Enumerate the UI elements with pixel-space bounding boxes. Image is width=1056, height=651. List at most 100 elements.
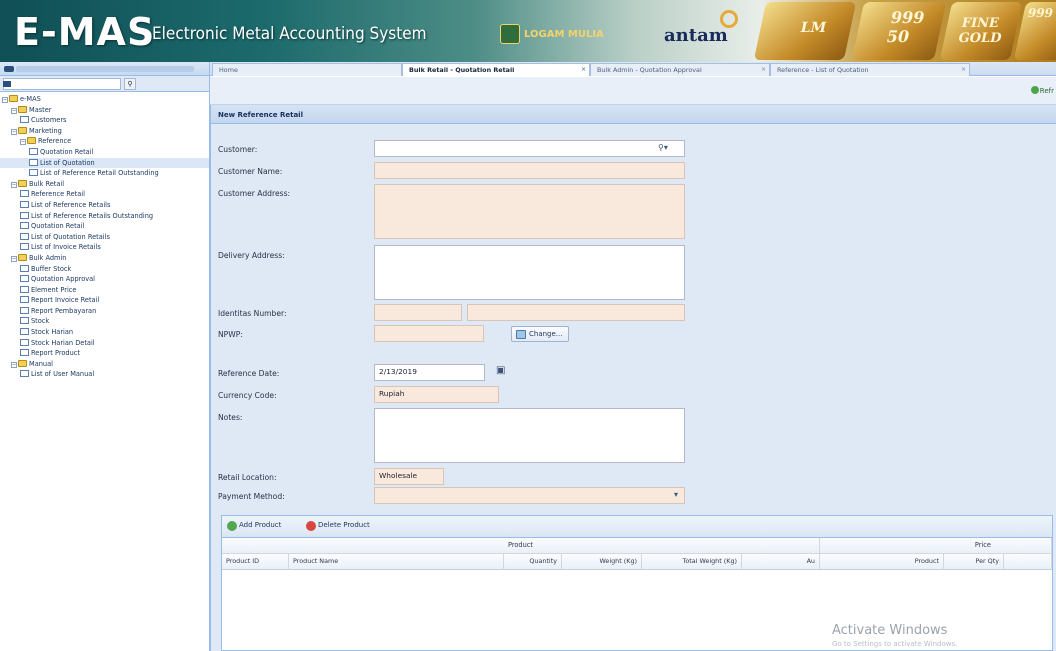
tree-item[interactable]: Quotation Retail	[0, 221, 209, 232]
npwp-field[interactable]	[374, 325, 484, 342]
page-icon	[20, 190, 29, 198]
expand-toggle-icon[interactable]: −	[11, 181, 17, 188]
tree-item[interactable]: Quotation Approval	[0, 274, 209, 285]
form-title: New Reference Retail	[211, 105, 1056, 124]
grid-toolbar: Add Product Delete Product	[222, 516, 1052, 538]
refresh-button[interactable]: Refr	[1030, 86, 1054, 95]
column-header[interactable]: Product ID	[222, 554, 289, 570]
expand-toggle-icon[interactable]: −	[2, 97, 8, 103]
content-toolbar: Refr	[210, 77, 1056, 105]
retail-location-field[interactable]: Wholesale	[374, 468, 444, 485]
folder-icon	[9, 95, 18, 102]
add-product-button[interactable]: Add Product	[227, 521, 282, 531]
tree-item[interactable]: List of Invoice Retails	[0, 242, 209, 253]
tree-item-label: Stock	[31, 317, 50, 326]
tree-item[interactable]: Reference Retail	[0, 189, 209, 200]
column-header[interactable]: Weight (Kg)	[562, 554, 642, 570]
customer-combo[interactable]	[374, 140, 685, 157]
reference-date-field[interactable]: 2/13/2019	[374, 364, 485, 381]
tab-bar: Home Bulk Retail - Quotation Retail × Bu…	[210, 62, 1056, 76]
column-header[interactable]: Product	[820, 554, 944, 570]
retail-location-value: Wholesale	[379, 471, 418, 480]
page-icon	[29, 158, 38, 166]
page-icon	[20, 200, 29, 208]
expand-toggle-icon[interactable]: −	[11, 255, 17, 262]
tree-item[interactable]: List of User Manual	[0, 369, 209, 380]
page-icon	[20, 317, 29, 325]
close-icon[interactable]: ×	[961, 64, 966, 76]
change-button[interactable]: Change...	[511, 326, 569, 342]
navigation-header[interactable]	[0, 62, 209, 76]
column-header[interactable]	[1004, 554, 1052, 570]
tree-item[interactable]: List of Reference Retails	[0, 200, 209, 211]
antam-mark-icon	[720, 10, 738, 28]
tree-item[interactable]: List of Quotation Retails	[0, 232, 209, 243]
tree-item[interactable]: Report Pembayaran	[0, 306, 209, 317]
tree-item[interactable]: − Marketing	[0, 126, 209, 137]
activate-windows-subtext: Go to Settings to activate Windows.	[832, 640, 958, 648]
customer-address-field[interactable]	[374, 184, 685, 239]
tree-item[interactable]: Quotation Retail	[0, 147, 209, 158]
folder-icon	[18, 253, 27, 261]
search-icon[interactable]: ⚲▾	[658, 143, 668, 152]
calendar-icon[interactable]: ▣	[496, 365, 505, 376]
identitas-number-field[interactable]	[467, 304, 685, 321]
payment-method-combo[interactable]	[374, 487, 685, 504]
close-icon[interactable]: ×	[581, 64, 586, 76]
customer-name-field[interactable]	[374, 162, 685, 179]
reference-date-label: Reference Date:	[218, 369, 280, 378]
tree-item-label: Report Invoice Retail	[31, 296, 100, 305]
tree-item[interactable]: Stock Harian Detail	[0, 338, 209, 349]
add-product-label: Add Product	[239, 521, 282, 529]
tree-item[interactable]: List of Quotation	[0, 157, 209, 169]
page-icon	[20, 222, 29, 230]
column-header[interactable]: Product Name	[289, 554, 504, 570]
change-button-label: Change...	[529, 330, 563, 338]
tree-item-label: Reference	[38, 137, 72, 146]
tree-item-label: e-MAS	[20, 95, 41, 103]
tree-item[interactable]: − Manual	[0, 359, 209, 370]
notes-field[interactable]	[374, 408, 685, 463]
delivery-address-field[interactable]	[374, 245, 685, 300]
navigation-search-input[interactable]	[3, 77, 121, 90]
currency-code-field[interactable]: Rupiah	[374, 386, 499, 403]
tree-item[interactable]: Stock	[0, 316, 209, 327]
column-header[interactable]: Au	[742, 554, 820, 570]
page-icon	[20, 296, 29, 304]
tree-item-label: Master	[29, 105, 52, 114]
tab-home[interactable]: Home	[212, 63, 402, 76]
column-header[interactable]: Per Qty	[944, 554, 1004, 570]
tree-item[interactable]: − Bulk Admin	[0, 253, 209, 264]
chevron-down-icon[interactable]: ▾	[674, 490, 678, 499]
navigation-title-bar	[16, 66, 194, 72]
expand-toggle-icon[interactable]: −	[11, 128, 17, 135]
tree-item[interactable]: Element Price	[0, 285, 209, 296]
expand-toggle-icon[interactable]: −	[11, 107, 17, 114]
tree-item[interactable]: Report Product	[0, 348, 209, 359]
close-icon[interactable]: ×	[761, 64, 766, 76]
tree-item[interactable]: − Reference	[0, 136, 209, 147]
tab-quotation-approval[interactable]: Bulk Admin - Quotation Approval ×	[590, 63, 770, 76]
expand-toggle-icon[interactable]: −	[20, 139, 26, 146]
column-header[interactable]: Quantity	[504, 554, 562, 570]
tree-item[interactable]: List of Reference Retails Outstanding	[0, 211, 209, 222]
tree-item-label: List of Invoice Retails	[31, 243, 101, 252]
tree-item[interactable]: − Master	[0, 105, 209, 116]
refresh-icon	[1030, 86, 1039, 94]
tree-item[interactable]: − Bulk Retail	[0, 179, 209, 190]
tree-item[interactable]: − e-MAS	[0, 94, 209, 105]
column-header[interactable]: Total Weight (Kg)	[642, 554, 742, 570]
tree-item[interactable]: Report Invoice Retail	[0, 295, 209, 306]
tab-list-of-quotation[interactable]: Reference - List of Quotation ×	[770, 63, 970, 76]
tab-quotation-retail[interactable]: Bulk Retail - Quotation Retail ×	[402, 63, 590, 76]
page-icon	[29, 169, 38, 177]
tree-item[interactable]: Buffer Stock	[0, 264, 209, 275]
tree-item[interactable]: List of Reference Retail Outstanding	[0, 168, 209, 179]
expand-toggle-icon[interactable]: −	[11, 361, 17, 368]
tree-item[interactable]: Stock Harian	[0, 327, 209, 338]
navigation-title-mark	[4, 66, 14, 72]
delete-product-button[interactable]: Delete Product	[306, 521, 370, 531]
search-icon[interactable]: ⚲	[124, 77, 136, 90]
identitas-type-field[interactable]	[374, 304, 462, 321]
tree-item[interactable]: Customers	[0, 115, 209, 126]
